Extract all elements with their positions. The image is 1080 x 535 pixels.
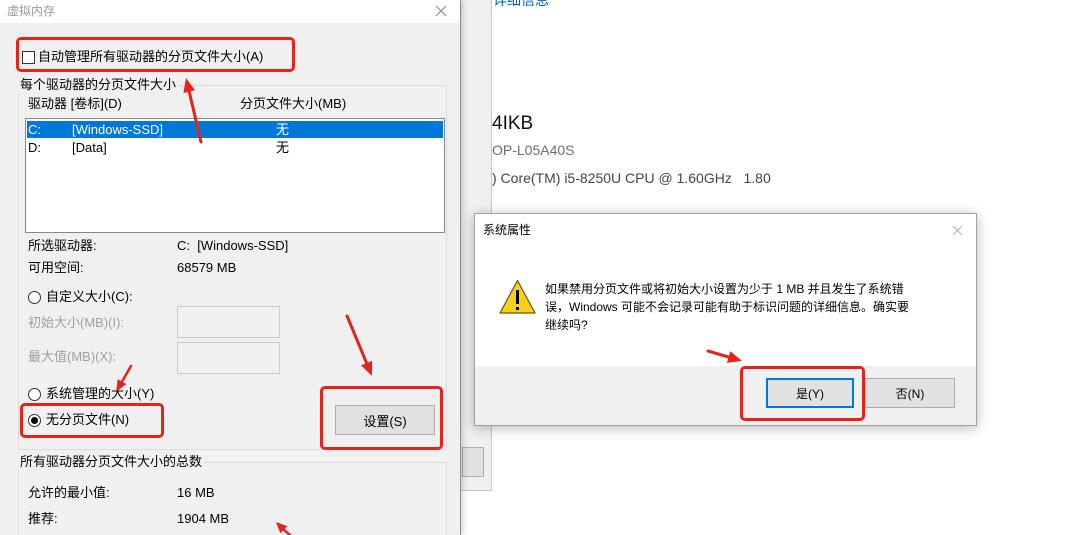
drive-paging-size: 无 xyxy=(276,122,290,137)
initial-size-input[interactable] xyxy=(177,306,280,338)
drive-row[interactable]: D: [Data] 无 xyxy=(27,139,443,156)
drive-letter: D: xyxy=(28,140,41,155)
drive-letter: C: xyxy=(28,122,41,137)
processor-text: ) Core(TM) i5-8250U CPU @ 1.60GHz 1.80 xyxy=(492,170,771,186)
highlight-box xyxy=(740,366,865,421)
system-properties-dialog: 系统属性 如果禁用分页文件或将初始大小设置为少于 1 MB 并且发生了系统错 误… xyxy=(474,213,977,426)
dialog-footer: 是(Y) 否(N) xyxy=(475,366,976,425)
max-size-label: 最大值(MB)(X): xyxy=(28,349,117,364)
highlight-box xyxy=(20,403,164,438)
recommended-value: 1904 MB xyxy=(177,511,230,526)
no-button[interactable]: 否(N) xyxy=(865,378,955,408)
min-allowed-value: 16 MB xyxy=(177,485,215,500)
min-allowed-label: 允许的最小值: xyxy=(28,485,110,500)
totals-group-label: 所有驱动器分页文件大小的总数 xyxy=(18,454,205,470)
system-managed-radio[interactable] xyxy=(28,388,41,401)
drive-paging-size: 无 xyxy=(276,140,290,155)
warning-message: 如果禁用分页文件或将初始大小设置为少于 1 MB 并且发生了系统错 误，Wind… xyxy=(545,280,909,334)
message-line: 误，Windows 可能不会记录可能有助于标识问题的详细信息。确实要 xyxy=(545,300,910,314)
drive-volume-label: [Data] xyxy=(72,140,107,155)
free-space-label: 可用空间: xyxy=(28,260,84,275)
highlight-box xyxy=(16,37,295,72)
device-name-text: OP-L05A40S xyxy=(492,142,575,158)
message-line: 如果禁用分页文件或将初始大小设置为少于 1 MB 并且发生了系统错 xyxy=(545,282,904,296)
highlight-box xyxy=(320,386,443,450)
custom-size-radio[interactable] xyxy=(28,291,41,304)
message-line: 继续吗? xyxy=(545,318,588,332)
per-drive-group-label: 每个驱动器的分页文件大小 xyxy=(18,77,179,93)
free-space-value: 68579 MB xyxy=(177,260,237,275)
details-link[interactable]: 详细信息 xyxy=(493,0,549,8)
memory-text: 4IKB xyxy=(492,113,534,134)
max-size-input[interactable] xyxy=(177,342,280,374)
virtual-memory-dialog: 虚拟内存 自动管理所有驱动器的分页文件大小(A) 每个驱动器的分页文件大小 驱动… xyxy=(0,0,461,535)
selected-drive-value: C: [Windows-SSD] xyxy=(177,238,289,253)
drive-list[interactable]: C: [Windows-SSD] 无 D: [Data] 无 xyxy=(25,118,445,233)
column-header-paging-size: 分页文件大小(MB) xyxy=(240,96,347,111)
dialog-title: 虚拟内存 xyxy=(7,4,56,18)
details-link-container: 详细信息 xyxy=(493,0,563,8)
dialog-title: 系统属性 xyxy=(483,223,532,237)
close-icon[interactable] xyxy=(435,5,447,17)
column-header-drive: 驱动器 [卷标](D) xyxy=(28,96,122,111)
recommended-label: 推荐: xyxy=(28,511,58,526)
system-managed-label[interactable]: 系统管理的大小(Y) xyxy=(46,386,154,402)
drive-row[interactable]: C: [Windows-SSD] 无 xyxy=(27,121,443,138)
custom-size-label[interactable]: 自定义大小(C): xyxy=(46,289,133,305)
warning-icon xyxy=(499,279,536,314)
title-bar[interactable]: 虚拟内存 xyxy=(0,0,460,23)
drive-volume-label: [Windows-SSD] xyxy=(72,122,164,137)
selected-drive-label: 所选驱动器: xyxy=(28,238,97,253)
close-icon[interactable] xyxy=(952,225,963,236)
background-window-button[interactable] xyxy=(462,447,484,477)
initial-size-label: 初始大小(MB)(I): xyxy=(28,315,125,330)
